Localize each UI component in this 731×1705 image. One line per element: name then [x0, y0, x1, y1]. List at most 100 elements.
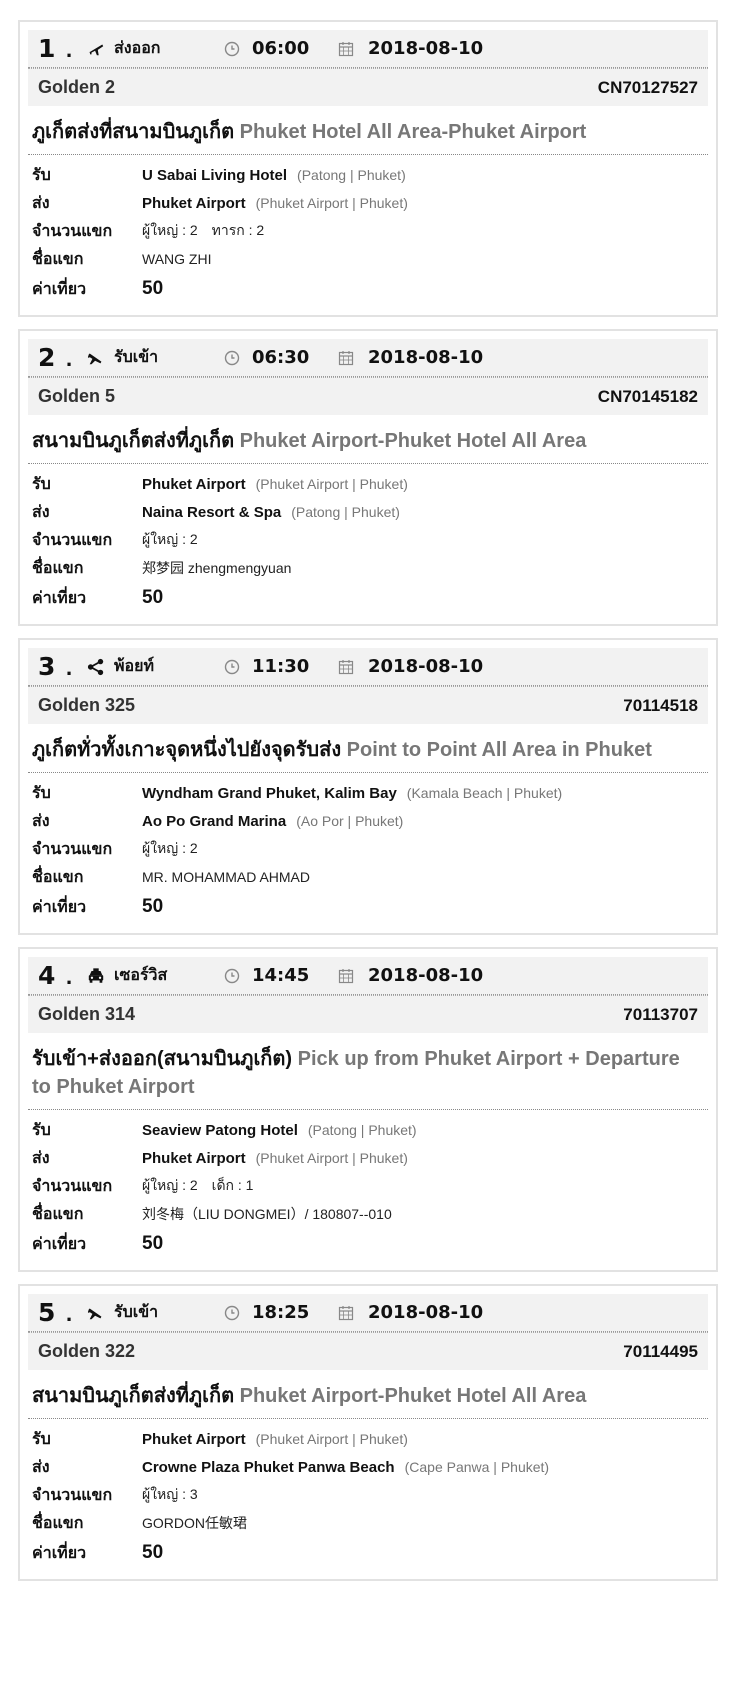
dropoff-name: Ao Po Grand Marina	[142, 812, 287, 830]
job-date: 2018-08-10	[368, 1302, 484, 1323]
car-name: Golden 322	[38, 1341, 136, 1361]
pickup-name: Seaview Patong Hotel	[142, 1121, 298, 1139]
job-time: 11:30	[252, 656, 310, 677]
route-title: รับเข้า+ส่งออก(สนามบินภูเก็ต) Pick up fr…	[28, 1033, 708, 1110]
pickup-name: Phuket Airport	[142, 475, 246, 493]
share-icon	[86, 657, 106, 677]
pickup-location: (Kamala Beach | Phuket)	[406, 785, 563, 801]
route-thai: ภูเก็ตทั่วทั้งเกาะจุดหนึ่งไปยังจุดรับส่ง	[32, 739, 342, 761]
pickup-location: (Phuket Airport | Phuket)	[255, 1431, 408, 1447]
fare-label: ค่าเที่ยว	[32, 1233, 87, 1253]
route-english: Phuket Hotel All Area-Phuket Airport	[239, 121, 587, 143]
dropoff-location: (Phuket Airport | Phuket)	[255, 1150, 408, 1166]
guest-name-row: ชื่อแขก 郑梦园 zhengmengyuan	[32, 554, 704, 582]
pickup-label: รับ	[32, 1428, 51, 1448]
adult-count: ผู้ใหญ่ : 2	[142, 840, 198, 856]
job-header: 4 . เซอร์วิส 14:45 2018-08-10	[28, 957, 708, 995]
taxi-icon	[86, 966, 106, 986]
guest-name-row: ชื่อแขก GORDON任敏珺	[32, 1509, 704, 1537]
job-card[interactable]: 2 . รับเข้า 06:30 2018-08-10 Golden 5 CN…	[18, 329, 718, 626]
route-thai: รับเข้า+ส่งออก(สนามบินภูเก็ต)	[32, 1048, 293, 1070]
route-title: สนามบินภูเก็ตส่งที่ภูเก็ต Phuket Airport…	[28, 1370, 708, 1419]
pickup-row: รับ Seaview Patong Hotel (Patong | Phuke…	[32, 1116, 704, 1144]
job-number: 4 .	[38, 961, 74, 990]
job-number: 5 .	[38, 1298, 74, 1327]
child-count: เด็ก : 1	[211, 1177, 254, 1193]
car-name: Golden 2	[38, 77, 116, 97]
pickup-label: รับ	[32, 782, 51, 802]
dropoff-row: ส่ง Ao Po Grand Marina (Ao Por | Phuket)	[32, 807, 704, 835]
job-card[interactable]: 3 . พ้อยท์ 11:30 2018-08-10 Golden 325 7…	[18, 638, 718, 935]
fare-row: ค่าเที่ยว 50	[32, 273, 704, 305]
clock-icon	[224, 968, 240, 983]
job-list: 1 . ส่งออก 06:00 2018-08-10 Golden 2 CN7…	[0, 20, 731, 1581]
job-header: 2 . รับเข้า 06:30 2018-08-10	[28, 339, 708, 377]
job-time: 06:00	[252, 38, 310, 59]
guests-label: จำนวนแขก	[32, 1175, 113, 1195]
guests-label: จำนวนแขก	[32, 220, 113, 240]
guests-label: จำนวนแขก	[32, 529, 113, 549]
car-name: Golden 314	[38, 1004, 136, 1024]
service-type: รับเข้า	[114, 1302, 159, 1321]
fare-label: ค่าเที่ยว	[32, 1542, 87, 1562]
job-card[interactable]: 4 . เซอร์วิส 14:45 2018-08-10 Golden 314…	[18, 947, 718, 1272]
fare-value: 50	[142, 278, 164, 299]
job-date: 2018-08-10	[368, 965, 484, 986]
guests-row: จำนวนแขก ผู้ใหญ่ : 2 เด็ก : 1	[32, 1172, 704, 1200]
pickup-row: รับ U Sabai Living Hotel (Patong | Phuke…	[32, 161, 704, 189]
job-subheader: Golden 2 CN70127527	[28, 68, 708, 106]
route-thai: สนามบินภูเก็ตส่งที่ภูเก็ต	[32, 430, 235, 452]
dropoff-location: (Patong | Phuket)	[291, 504, 400, 520]
pickup-name: U Sabai Living Hotel	[142, 166, 288, 184]
fare-row: ค่าเที่ยว 50	[32, 891, 704, 923]
guest-name: 郑梦园 zhengmengyuan	[142, 560, 292, 576]
booking-code: CN70127527	[597, 77, 698, 97]
pickup-label: รับ	[32, 473, 51, 493]
pickup-location: (Patong | Phuket)	[307, 1122, 417, 1138]
job-subheader: Golden 322 70114495	[28, 1332, 708, 1370]
job-time: 14:45	[252, 965, 310, 986]
fare-value: 50	[142, 587, 164, 608]
job-subheader: Golden 314 70113707	[28, 995, 708, 1033]
fare-label: ค่าเที่ยว	[32, 278, 87, 298]
clock-icon	[224, 1305, 240, 1320]
guests-row: จำนวนแขก ผู้ใหญ่ : 3	[32, 1481, 704, 1509]
route-english: Point to Point All Area in Phuket	[346, 739, 652, 761]
plane-landing-icon	[86, 1303, 106, 1323]
route-thai: สนามบินภูเก็ตส่งที่ภูเก็ต	[32, 1385, 235, 1407]
guests-row: จำนวนแขก ผู้ใหญ่ : 2	[32, 526, 704, 554]
calendar-icon	[338, 968, 354, 983]
guest-name-label: ชื่อแขก	[32, 557, 84, 577]
dropoff-row: ส่ง Phuket Airport (Phuket Airport | Phu…	[32, 1144, 704, 1172]
dropoff-location: (Phuket Airport | Phuket)	[255, 195, 408, 211]
job-header: 5 . รับเข้า 18:25 2018-08-10	[28, 1294, 708, 1332]
job-card[interactable]: 1 . ส่งออก 06:00 2018-08-10 Golden 2 CN7…	[18, 20, 718, 317]
fare-value: 50	[142, 1542, 164, 1563]
guest-name-row: ชื่อแขก MR. MOHAMMAD AHMAD	[32, 863, 704, 891]
booking-code: 70113707	[623, 1004, 698, 1024]
calendar-icon	[338, 1305, 354, 1320]
calendar-icon	[338, 659, 354, 674]
guest-name-label: ชื่อแขก	[32, 1203, 84, 1223]
pickup-name: Wyndham Grand Phuket, Kalim Bay	[142, 784, 397, 802]
dropoff-label: ส่ง	[32, 192, 50, 212]
fare-row: ค่าเที่ยว 50	[32, 582, 704, 614]
clock-icon	[224, 350, 240, 365]
guest-name: GORDON任敏珺	[142, 1515, 247, 1531]
fare-row: ค่าเที่ยว 50	[32, 1228, 704, 1260]
service-type: พ้อยท์	[114, 656, 155, 675]
service-type: รับเข้า	[114, 347, 159, 366]
clock-icon	[224, 659, 240, 674]
dropoff-location: (Cape Panwa | Phuket)	[404, 1459, 550, 1475]
fare-value: 50	[142, 1233, 164, 1254]
plane-takeoff-icon	[86, 39, 106, 59]
fare-label: ค่าเที่ยว	[32, 896, 87, 916]
job-card[interactable]: 5 . รับเข้า 18:25 2018-08-10 Golden 322 …	[18, 1284, 718, 1581]
adult-count: ผู้ใหญ่ : 2	[142, 222, 198, 238]
job-date: 2018-08-10	[368, 38, 484, 59]
route-thai: ภูเก็ตส่งที่สนามบินภูเก็ต	[32, 121, 235, 143]
guest-name: WANG ZHI	[142, 251, 212, 267]
job-header: 3 . พ้อยท์ 11:30 2018-08-10	[28, 648, 708, 686]
dropoff-label: ส่ง	[32, 1456, 50, 1476]
job-number: 1 .	[38, 34, 74, 63]
